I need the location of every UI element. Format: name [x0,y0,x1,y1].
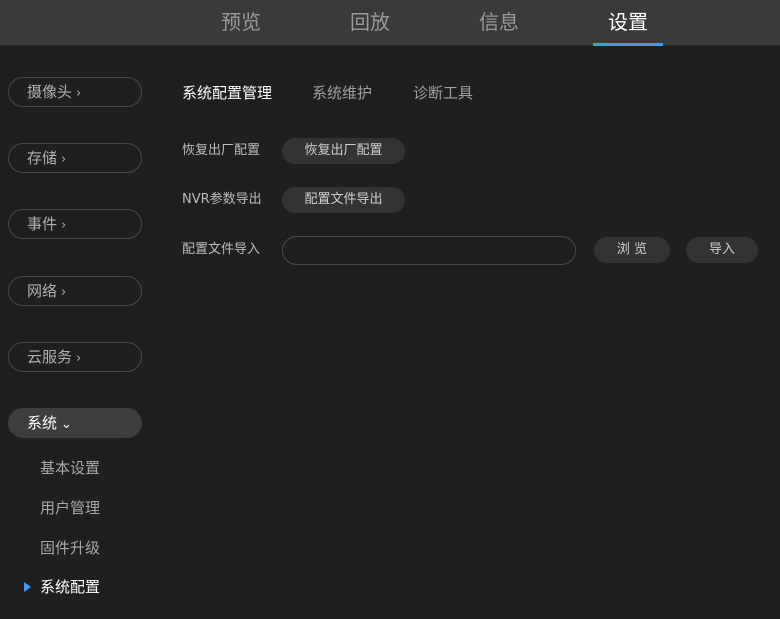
chevron-down-icon: ⌄ [61,417,72,432]
tab-playback[interactable]: 回放 [325,0,415,46]
subtab-system-config-management[interactable]: 系统配置管理 [182,82,272,104]
active-indicator-icon [24,582,31,592]
tab-preview[interactable]: 预览 [196,0,286,46]
chevron-right-icon: › [76,86,82,101]
export-config-button[interactable]: 配置文件导出 [282,187,405,213]
sidebar-item-network[interactable]: 网络 › [8,276,142,306]
import-config-label: 配置文件导入 [182,242,261,257]
chevron-right-icon: › [61,152,67,167]
sidebar-item-camera[interactable]: 摄像头 › [8,77,142,107]
browse-button[interactable]: 浏 览 [594,237,670,263]
sidebar-item-label: 云服务 [27,348,73,366]
subtab-system-maintenance[interactable]: 系统维护 [312,82,372,104]
import-file-path-field[interactable] [282,236,576,265]
sidebar-subitem-basic-settings[interactable]: 基本设置 [40,457,100,479]
sidebar-item-cloud-service[interactable]: 云服务 › [8,342,142,372]
sidebar-item-label: 存储 [27,149,58,167]
import-button[interactable]: 导入 [686,237,758,263]
sidebar-item-label: 事件 [27,215,58,233]
top-navigation-bar: 预览 回放 信息 设置 [0,0,780,46]
sidebar-item-event[interactable]: 事件 › [8,209,142,239]
chevron-right-icon: › [76,351,82,366]
sidebar-item-label: 系统 [27,414,58,432]
sidebar-item-storage[interactable]: 存储 › [8,143,142,173]
subtab-diagnostic-tools[interactable]: 诊断工具 [413,82,473,104]
nvr-export-label: NVR参数导出 [182,192,262,207]
sidebar-subitem-user-management[interactable]: 用户管理 [40,497,100,519]
sidebar-item-label: 网络 [27,282,58,300]
restore-factory-button[interactable]: 恢复出厂配置 [282,138,405,164]
restore-factory-label: 恢复出厂配置 [182,143,261,158]
chevron-right-icon: › [61,218,67,233]
sidebar-subitem-system-config[interactable]: 系统配置 [40,576,100,598]
sidebar-subitem-firmware-upgrade[interactable]: 固件升级 [40,537,100,559]
chevron-right-icon: › [61,285,67,300]
tab-settings[interactable]: 设置 [583,0,673,46]
sidebar-item-system[interactable]: 系统 ⌄ [8,408,142,438]
tab-info[interactable]: 信息 [454,0,544,46]
sidebar-item-label: 摄像头 [27,83,73,101]
